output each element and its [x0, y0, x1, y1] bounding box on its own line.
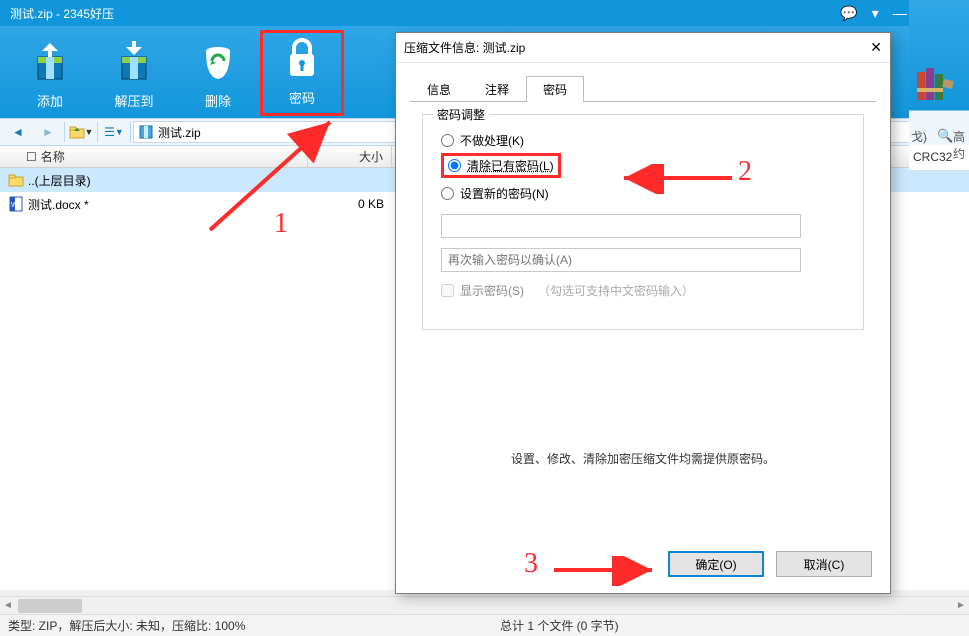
radio-none[interactable]: 不做处理(K): [441, 129, 845, 151]
show-password-row: 显示密码(S) （勾选可支持中文密码输入）: [441, 282, 845, 299]
toolbar-delete-label: 删除: [205, 91, 231, 110]
archive-file-icon: [138, 124, 154, 140]
tab-password[interactable]: 密码: [526, 76, 584, 102]
delete-icon: [190, 37, 246, 85]
toolbar-extract-label: 解压到: [114, 91, 153, 110]
nav-fwd-button[interactable]: ►: [34, 121, 62, 143]
scroll-thumb[interactable]: [18, 599, 82, 613]
toolbar-add-label: 添加: [37, 91, 63, 110]
fieldset-legend: 密码调整: [433, 106, 489, 123]
minimize-icon[interactable]: —: [893, 5, 907, 21]
status-bar: 类型: ZIP，解压后大小: 未知，压缩比: 100% 总计 1 个文件 (0 …: [0, 614, 969, 636]
search-icon[interactable]: 🔍: [937, 128, 953, 144]
dialog-tabs: 信息 注释 密码: [410, 75, 876, 102]
docx-icon: W: [8, 196, 24, 212]
add-icon: [22, 37, 78, 85]
col-size-header[interactable]: 大小: [308, 146, 392, 167]
horizontal-scrollbar[interactable]: ◄ ►: [0, 596, 969, 614]
view-mode-button[interactable]: ☰ ▼: [100, 121, 128, 143]
radio-set[interactable]: 设置新的密码(N): [441, 182, 845, 204]
ok-button[interactable]: 确定(O): [668, 551, 764, 577]
folder-icon: [8, 172, 24, 188]
dialog-title-text: 压缩文件信息: 测试.zip: [404, 39, 525, 56]
tab-comment[interactable]: 注释: [468, 76, 526, 102]
radio-clear-label: 清除已有密码(L): [467, 157, 554, 174]
show-password-label: 显示密码(S): [460, 282, 524, 299]
folder-up-icon: [69, 124, 85, 140]
scroll-left-arrow[interactable]: ◄: [0, 598, 16, 614]
window-title: 测试.zip - 2345好压: [10, 5, 114, 22]
dialog-buttons: 确定(O) 取消(C): [668, 551, 872, 577]
extract-icon: [106, 37, 162, 85]
password-input[interactable]: [441, 214, 801, 238]
dialog-close-button[interactable]: ✕: [870, 39, 882, 56]
annotation-2: 2: [738, 156, 752, 188]
password-icon: [274, 34, 330, 82]
dropdown-icon[interactable]: ▾: [872, 5, 879, 22]
toolbar-password-button[interactable]: 密码: [260, 30, 344, 116]
svg-text:W: W: [11, 202, 18, 209]
annotation-1: 1: [274, 208, 288, 240]
archive-info-dialog: 压缩文件信息: 测试.zip ✕ 信息 注释 密码 密码调整 不做处理(K) 清…: [395, 32, 891, 594]
scroll-right-arrow[interactable]: ►: [953, 598, 969, 614]
row-file-1-name: 测试.docx *: [28, 196, 89, 213]
radio-set-input[interactable]: [441, 187, 454, 200]
cancel-button[interactable]: 取消(C): [776, 551, 872, 577]
dialog-titlebar: 压缩文件信息: 测试.zip ✕: [396, 33, 890, 63]
status-right: 总计 1 个文件 (0 字节): [500, 617, 619, 634]
annotation-3: 3: [524, 548, 538, 580]
toolbar-delete-button[interactable]: 删除: [176, 30, 260, 116]
password-fieldset: 密码调整 不做处理(K) 清除已有密码(L) 设置新的密码(N) 显示密码(S)…: [422, 114, 864, 330]
password-confirm-input[interactable]: [441, 248, 801, 272]
row-up-label: ..(上层目录): [28, 172, 91, 189]
tab-info[interactable]: 信息: [410, 76, 468, 102]
nav-back-button[interactable]: ◄: [4, 121, 32, 143]
dialog-note: 设置、修改、清除加密压缩文件均需提供原密码。: [396, 450, 890, 467]
toolbar-add-button[interactable]: 添加: [8, 30, 92, 116]
path-text: 测试.zip: [158, 124, 201, 141]
nav-up-button[interactable]: ▼: [67, 121, 95, 143]
radio-clear-input[interactable]: [448, 159, 461, 172]
show-password-hint: （勾选可支持中文密码输入）: [538, 282, 694, 299]
toolbar-extract-button[interactable]: 解压到: [92, 30, 176, 116]
col-crc-header[interactable]: CRC32: [913, 150, 952, 164]
status-left: 类型: ZIP，解压后大小: 未知，压缩比: 100%: [8, 617, 245, 634]
radio-none-input[interactable]: [441, 134, 454, 147]
toolbar-password-label: 密码: [289, 88, 315, 107]
row-file-1-size: 0 KB: [308, 197, 392, 211]
radio-clear-highlighted: 清除已有密码(L): [441, 153, 561, 178]
chat-icon[interactable]: 💬: [840, 5, 857, 22]
books-icon: [913, 62, 957, 106]
col-name-header[interactable]: ☐名称: [0, 146, 308, 167]
right-edge-clipped: 戈) 🔍 高约 CRC32: [909, 0, 969, 170]
titlebar: 测试.zip - 2345好压 💬 ▾ — ☐ ✕: [0, 0, 969, 26]
show-password-checkbox[interactable]: [441, 284, 454, 297]
